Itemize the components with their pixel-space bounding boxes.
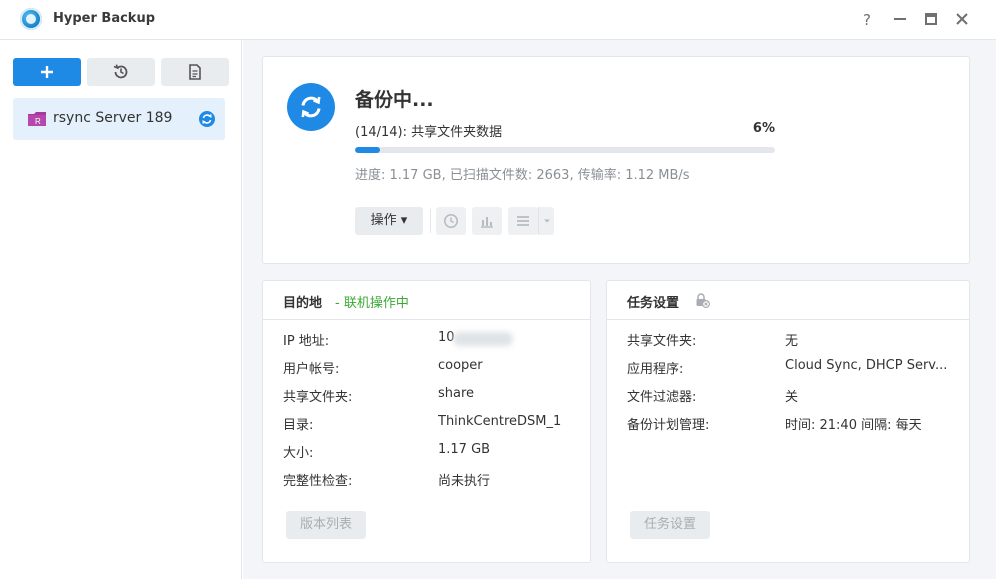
backup-in-progress-icon — [287, 83, 335, 131]
minimize-icon — [894, 18, 906, 20]
restore-button[interactable] — [87, 58, 155, 86]
hyper-backup-logo-icon — [20, 8, 42, 30]
schedule-label: 备份计划管理: — [627, 418, 710, 433]
progress-fill — [355, 147, 381, 153]
applications-label: 应用程序: — [627, 362, 684, 377]
document-icon — [189, 64, 201, 80]
integrity-check-label: 完整性检查: — [283, 474, 353, 489]
shared-folder-value: share — [438, 386, 475, 401]
step-text: (14/14): 共享文件夹数据 — [355, 125, 503, 140]
statistics-button[interactable] — [472, 207, 502, 235]
action-dropdown-button[interactable]: 操作 ▾ — [355, 207, 423, 235]
integrity-check-value: 尚未执行 — [438, 474, 491, 489]
size-label: 大小: — [283, 446, 314, 461]
log-button[interactable] — [161, 58, 229, 86]
task-settings-title: 任务设置 — [627, 296, 680, 311]
destination-title: 目的地 — [283, 296, 323, 311]
folder-rsync-icon: R — [28, 112, 46, 126]
user-value: cooper — [438, 358, 483, 373]
applications-value: Cloud Sync, DHCP Serv... — [785, 358, 948, 373]
task-shared-folder-label: 共享文件夹: — [627, 334, 697, 349]
destination-header: 目的地 - 联机操作中 — [263, 281, 590, 320]
task-list-item[interactable]: R rsync Server 189 — [13, 98, 225, 140]
app-title: Hyper Backup — [53, 11, 156, 26]
size-value: 1.17 GB — [438, 442, 491, 457]
plus-icon — [41, 66, 53, 78]
shared-folder-label: 共享文件夹: — [283, 390, 353, 405]
destination-card: 目的地 - 联机操作中 IP 地址: 10 用户帐号: cooper 共享文件夹… — [262, 280, 591, 563]
progress-detail: 进度: 1.17 GB, 已扫描文件数: 2663, 传输率: 1.12 MB/… — [355, 168, 690, 183]
svg-text:R: R — [35, 117, 41, 126]
close-button[interactable] — [951, 9, 973, 31]
directory-label: 目录: — [283, 418, 314, 433]
help-button[interactable]: ? — [856, 9, 878, 31]
online-status: - 联机操作中 — [335, 296, 409, 311]
bar-chart-icon — [481, 217, 493, 228]
backup-status-card: 备份中... (14/14): 共享文件夹数据 6% 进度: 1.17 GB, … — [262, 56, 970, 264]
sidebar: R rsync Server 189 — [0, 40, 242, 579]
version-list-button[interactable]: 版本列表 — [286, 511, 367, 539]
encryption-off-icon — [696, 293, 710, 308]
progress-percent: 6% — [752, 121, 775, 136]
redacted-ip — [453, 332, 513, 346]
maximize-button[interactable] — [920, 9, 942, 31]
main-panel: 备份中... (14/14): 共享文件夹数据 6% 进度: 1.17 GB, … — [243, 40, 996, 579]
history-icon — [113, 64, 128, 79]
task-label: rsync Server 189 — [53, 110, 173, 126]
more-options-button[interactable] — [508, 207, 538, 235]
file-filter-label: 文件过滤器: — [627, 390, 697, 405]
task-settings-header: 任务设置 — [607, 281, 969, 320]
schedule-value: 时间: 21:40 间隔: 每天 — [785, 418, 922, 433]
maximize-icon — [925, 13, 937, 25]
status-title: 备份中... — [355, 89, 434, 111]
close-icon — [956, 13, 968, 25]
clock-icon — [444, 214, 458, 228]
ip-label: IP 地址: — [283, 334, 330, 349]
user-label: 用户帐号: — [283, 362, 340, 377]
minimize-button[interactable] — [889, 9, 911, 31]
add-task-button[interactable] — [13, 58, 81, 86]
progress-bar — [355, 147, 775, 153]
file-filter-value: 关 — [785, 390, 799, 405]
schedule-button[interactable] — [436, 207, 466, 235]
directory-value: ThinkCentreDSM_1 — [438, 414, 562, 429]
more-options-dropdown[interactable] — [538, 207, 554, 235]
title-bar: Hyper Backup ? — [0, 0, 996, 40]
menu-list-icon — [517, 216, 529, 226]
sync-icon — [199, 111, 215, 127]
task-shared-folder-value: 无 — [785, 334, 799, 349]
toolbar-divider — [430, 209, 431, 233]
caret-down-icon — [544, 219, 550, 223]
task-settings-card: 任务设置 共享文件夹: 无 应用程序: Cloud Sync, DHCP Ser… — [606, 280, 970, 563]
task-settings-button[interactable]: 任务设置 — [630, 511, 711, 539]
